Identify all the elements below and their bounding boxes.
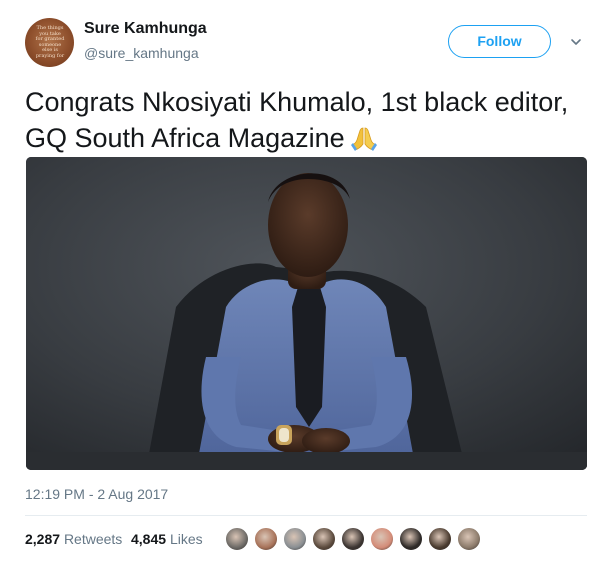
likes-stat[interactable]: 4,845 Likes [131,531,203,547]
tweet-body: Congrats Nkosiyati Khumalo, 1st black ed… [25,87,569,153]
retweets-label: Retweets [63,531,123,547]
follow-button[interactable]: Follow [448,25,551,58]
liker-avatar[interactable] [399,527,423,551]
retweets-stat[interactable]: 2,287 Retweets [25,531,122,547]
avatar-text: The things you take for granted someone … [35,25,65,59]
tweet-card: The things you take for granted someone … [0,0,609,561]
liker-avatar[interactable] [283,527,307,551]
liker-avatar[interactable] [254,527,278,551]
user-name[interactable]: Sure Kamhunga [84,20,207,38]
user-handle[interactable]: @sure_kamhunga [84,45,199,61]
liker-avatar[interactable] [370,527,394,551]
folded-hands-icon [350,127,377,151]
liker-avatar[interactable] [428,527,452,551]
chevron-down-icon[interactable] [570,36,582,48]
tweet-photo[interactable] [26,157,587,470]
tweet-timestamp[interactable]: 12:19 PM - 2 Aug 2017 [25,486,168,502]
liker-avatar[interactable] [457,527,481,551]
likes-label: Likes [169,531,203,547]
retweets-count: 2,287 [25,531,61,547]
liker-avatar[interactable] [225,527,249,551]
likes-count: 4,845 [131,531,167,547]
tweet-text: Congrats Nkosiyati Khumalo, 1st black ed… [25,84,595,156]
divider [25,515,587,516]
portrait-image [26,157,587,470]
avatar[interactable]: The things you take for granted someone … [25,18,74,67]
liker-avatar[interactable] [312,527,336,551]
liker-avatar[interactable] [341,527,365,551]
